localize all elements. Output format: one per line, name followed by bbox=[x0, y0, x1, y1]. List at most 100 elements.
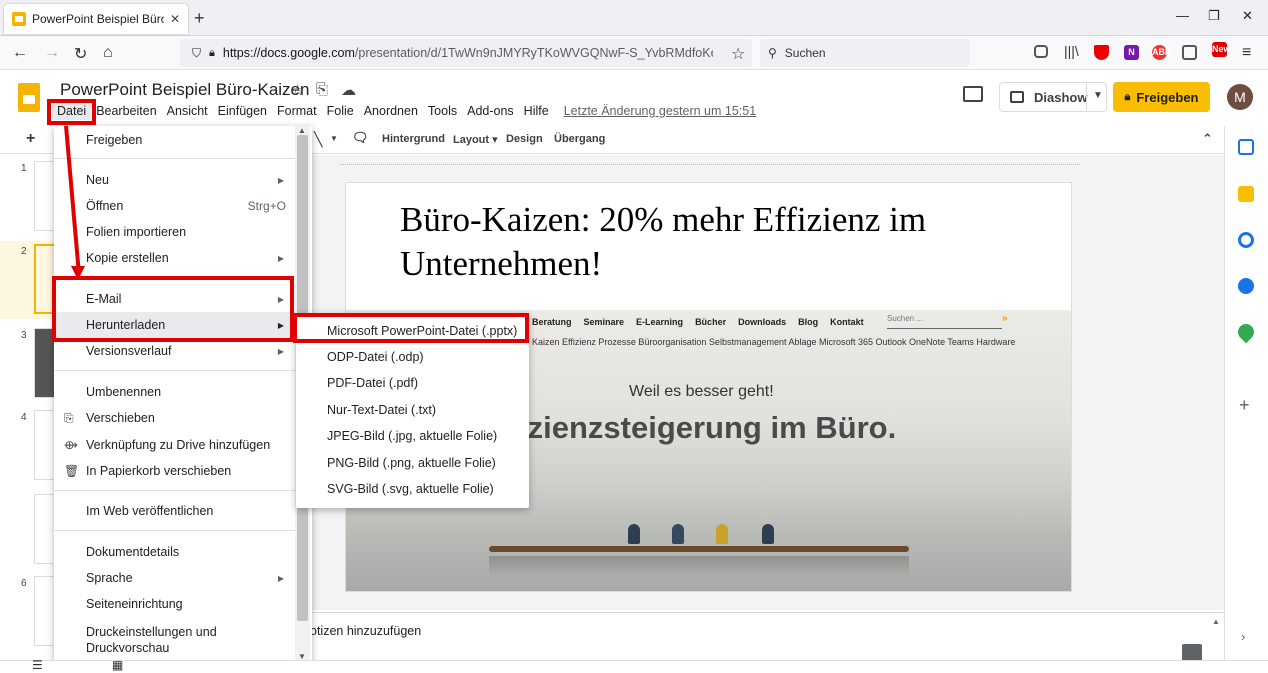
back-icon[interactable]: ← bbox=[12, 44, 28, 62]
menu-item-umbenennen[interactable]: Umbenennen bbox=[54, 379, 296, 405]
slide-number: 4 bbox=[21, 412, 27, 423]
grid-view-icon[interactable]: ▦ bbox=[112, 658, 123, 672]
line-tool-icon[interactable]: ╲ bbox=[314, 131, 322, 148]
rower bbox=[628, 524, 640, 544]
comments-icon[interactable] bbox=[963, 86, 983, 102]
star-icon[interactable]: ☆ bbox=[291, 81, 304, 99]
onenote-icon[interactable]: N bbox=[1124, 45, 1139, 60]
ublock-icon[interactable] bbox=[1094, 45, 1109, 60]
download-svg[interactable]: SVG-Bild (.svg, aktuelle Folie) bbox=[296, 476, 529, 502]
scroll-up-icon[interactable]: ▲ bbox=[298, 126, 306, 135]
download-pdf[interactable]: PDF-Datei (.pdf) bbox=[296, 370, 529, 396]
line-dropdown-icon[interactable]: ▼ bbox=[330, 134, 338, 143]
slide-thumbnail-5[interactable] bbox=[34, 494, 56, 564]
menu-item-seiteneinrichtung[interactable]: Seiteneinrichtung bbox=[54, 591, 296, 617]
contacts-icon[interactable] bbox=[1238, 278, 1254, 294]
last-edit-link[interactable]: Letzte Änderung gestern um 15:51 bbox=[554, 102, 757, 120]
document-title[interactable]: PowerPoint Beispiel Büro-Kaizen bbox=[60, 80, 309, 100]
download-png[interactable]: PNG-Bild (.png, aktuelle Folie) bbox=[296, 450, 529, 476]
expand-panel-icon[interactable]: › bbox=[1241, 629, 1245, 644]
menu-einfuegen[interactable]: Einfügen bbox=[213, 102, 272, 120]
download-jpg[interactable]: JPEG-Bild (.jpg, aktuelle Folie) bbox=[296, 423, 529, 449]
design-button[interactable]: Design bbox=[506, 133, 543, 145]
menu-item-dokumentdetails[interactable]: Dokumentdetails bbox=[54, 539, 296, 565]
calendar-icon[interactable] bbox=[1238, 139, 1254, 155]
home-icon[interactable]: ⌂ bbox=[103, 44, 113, 62]
new-extension-icon[interactable]: New bbox=[1212, 42, 1231, 57]
menu-bar: Datei Bearbeiten Ansicht Einfügen Format… bbox=[52, 102, 756, 120]
slide-thumbnail-4[interactable] bbox=[34, 410, 56, 480]
cloud-status-icon[interactable]: ☁ bbox=[341, 81, 356, 99]
list-view-icon[interactable]: ☰ bbox=[32, 658, 43, 672]
add-comment-icon[interactable]: 🗨︎ bbox=[352, 130, 369, 146]
present-icon bbox=[1010, 91, 1024, 103]
close-tab-icon[interactable]: ✕ bbox=[170, 12, 180, 26]
move-folder-icon[interactable]: ⎘ bbox=[316, 81, 328, 98]
new-slide-icon[interactable]: + bbox=[26, 130, 35, 148]
rower bbox=[762, 524, 774, 544]
download-odp[interactable]: ODP-Datei (.odp) bbox=[296, 344, 529, 370]
browser-tab[interactable]: PowerPoint Beispiel Büro-Kaizen ✕ bbox=[4, 4, 188, 34]
tasks-icon[interactable] bbox=[1238, 232, 1254, 248]
background-button[interactable]: Hintergrund bbox=[382, 133, 445, 145]
collapse-toolbar-icon[interactable]: ⌃ bbox=[1202, 131, 1213, 147]
menu-format[interactable]: Format bbox=[272, 102, 322, 120]
chevron-down-icon[interactable]: ▼ bbox=[1093, 90, 1103, 101]
menu-item-kopie-erstellen[interactable]: Kopie erstellen ▶ bbox=[54, 245, 296, 271]
menu-folie[interactable]: Folie bbox=[322, 102, 359, 120]
website-arrow-icon: » bbox=[1002, 313, 1008, 324]
menu-item-verschieben[interactable]: ⎘ Verschieben bbox=[54, 405, 296, 431]
menu-hilfe[interactable]: Hilfe bbox=[519, 102, 554, 120]
trash-icon: 🗑︎ bbox=[64, 464, 80, 478]
menu-item-freigeben[interactable]: Freigeben bbox=[54, 127, 296, 153]
share-button[interactable]: 🔒︎ Freigeben bbox=[1113, 82, 1210, 112]
notes-scroll-up-icon[interactable]: ▲ bbox=[1212, 617, 1220, 626]
submenu-arrow-icon: ▶ bbox=[277, 346, 284, 356]
minimize-icon[interactable]: — bbox=[1176, 8, 1189, 23]
library-icon[interactable]: |||\ bbox=[1064, 43, 1079, 59]
new-tab-icon[interactable]: + bbox=[194, 8, 205, 29]
browser-menu-icon[interactable]: ≡ bbox=[1242, 44, 1251, 62]
keep-icon[interactable] bbox=[1238, 186, 1254, 202]
menu-item-neu[interactable]: Neu ▶ bbox=[54, 167, 296, 193]
avatar[interactable]: M bbox=[1227, 84, 1253, 110]
sidebar-icon[interactable] bbox=[1182, 45, 1197, 60]
slide-thumbnail-1[interactable] bbox=[34, 161, 56, 231]
add-addon-icon[interactable]: + bbox=[1239, 395, 1250, 416]
reload-icon[interactable]: ↻ bbox=[74, 44, 87, 64]
adblock-icon[interactable]: ABP bbox=[1152, 45, 1171, 60]
menu-addons[interactable]: Add-ons bbox=[462, 102, 519, 120]
menu-anordnen[interactable]: Anordnen bbox=[359, 102, 423, 120]
download-txt[interactable]: Nur-Text-Datei (.txt) bbox=[296, 397, 529, 423]
menu-item-folien-importieren[interactable]: Folien importieren bbox=[54, 219, 296, 245]
website-nav: Beratung Seminare E-Learning Bücher Download… bbox=[532, 317, 864, 327]
menu-item-im-web-veroeffentlichen[interactable]: Im Web veröffentlichen bbox=[54, 498, 296, 524]
menu-item-sprache[interactable]: Sprache ▶ bbox=[54, 565, 296, 591]
browser-tab-title: PowerPoint Beispiel Büro-Kaizen bbox=[32, 12, 164, 26]
transition-button[interactable]: Übergang bbox=[554, 133, 605, 145]
menu-ansicht[interactable]: Ansicht bbox=[162, 102, 213, 120]
rower bbox=[716, 524, 728, 544]
menu-item-drive-verknuepfung[interactable]: ⟴ Verknüpfung zu Drive hinzufügen bbox=[54, 432, 296, 458]
restore-icon[interactable]: ❐ bbox=[1208, 8, 1220, 24]
slides-logo-icon[interactable] bbox=[18, 83, 40, 112]
highlight-email-herunterladen bbox=[52, 276, 294, 342]
file-menu: Freigeben Neu ▶ Öffnen Strg+O Folien impor… bbox=[54, 126, 312, 662]
rowing-boat bbox=[489, 546, 909, 552]
diashow-button[interactable]: Diashow ▼ bbox=[999, 82, 1107, 112]
close-window-icon[interactable]: ✕ bbox=[1242, 8, 1253, 24]
browser-search-bar[interactable]: ⚲ Suchen bbox=[760, 39, 970, 67]
menu-item-druckeinstellungen[interactable]: Druckeinstellungen und Druckvorschau bbox=[54, 620, 254, 660]
url-bar[interactable]: ⛉ 🔒︎ https://docs.google.com/presentatio… bbox=[180, 39, 752, 67]
menu-tools[interactable]: Tools bbox=[423, 102, 462, 120]
menu-item-papierkorb[interactable]: 🗑︎ In Papierkorb verschieben bbox=[54, 458, 296, 484]
speaker-notes[interactable] bbox=[310, 612, 1224, 660]
slide-thumbnail-6[interactable] bbox=[34, 576, 56, 646]
menu-item-oeffnen[interactable]: Öffnen Strg+O bbox=[54, 193, 296, 219]
menu-bearbeiten[interactable]: Bearbeiten bbox=[91, 102, 161, 120]
slide-title[interactable]: Büro-Kaizen: 20% mehr Effizienz im Unter… bbox=[400, 198, 1060, 286]
layout-button[interactable]: Layout ▾ bbox=[453, 133, 498, 146]
bookmark-star-icon[interactable]: ☆ bbox=[731, 44, 745, 64]
pocket-icon[interactable] bbox=[1034, 45, 1048, 58]
forward-icon[interactable]: → bbox=[44, 44, 60, 62]
